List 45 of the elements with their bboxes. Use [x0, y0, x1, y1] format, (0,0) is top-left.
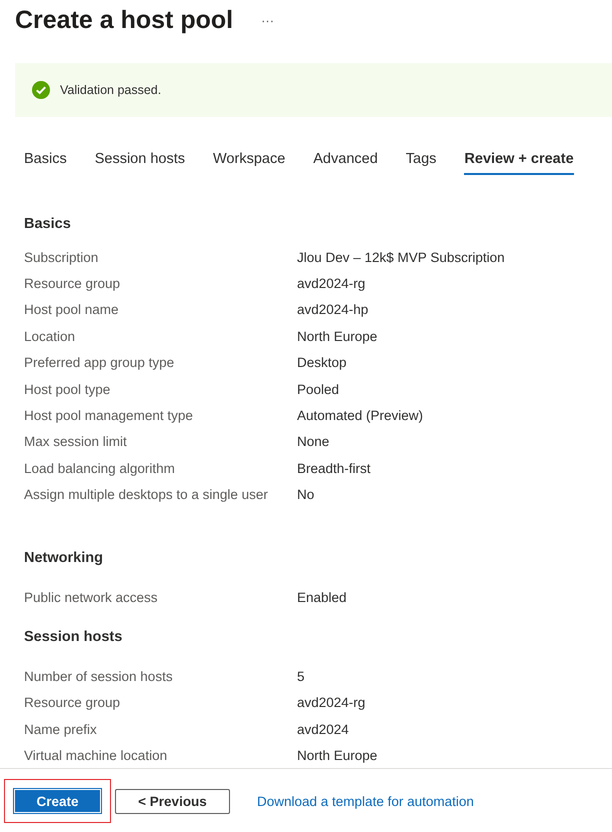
field-value: Pooled: [297, 382, 340, 397]
create-button[interactable]: Create: [14, 789, 101, 813]
banner-message: Validation passed.: [60, 83, 162, 97]
download-template-link[interactable]: Download a template for automation: [257, 794, 474, 808]
tab[interactable]: Session hosts: [94, 143, 185, 175]
field-value: avd2024: [297, 722, 349, 737]
field-label: Subscription: [24, 250, 100, 265]
field-label: Resource group: [24, 695, 122, 710]
section-heading: Networking: [24, 548, 104, 568]
field-value: Automated (Preview): [297, 408, 424, 424]
field-label: Host pool management type: [24, 408, 194, 424]
tab[interactable]: Review + create: [464, 143, 574, 175]
field-label: Virtual machine location: [24, 748, 168, 764]
field-value: Enabled: [297, 590, 347, 605]
field-value: North Europe: [297, 328, 378, 344]
field-value: avd2024-rg: [297, 695, 366, 710]
field-label: Load balancing algorithm: [24, 460, 176, 476]
field-value: No: [297, 487, 314, 502]
field-label: Host pool type: [24, 382, 112, 397]
field-value: 5: [297, 668, 305, 684]
section-heading: Session hosts: [24, 628, 124, 648]
field-label: Resource group: [24, 276, 122, 292]
page-title: Create a host pool: [15, 6, 234, 34]
field-value: Desktop: [297, 355, 347, 370]
field-label: Preferred app group type: [24, 355, 176, 370]
field-value: North Europe: [297, 748, 378, 764]
field-value: avd2024-rg: [297, 276, 366, 292]
previous-button[interactable]: < Previous: [115, 788, 230, 814]
tab[interactable]: Basics: [24, 143, 67, 175]
field-label: Host pool name: [24, 302, 120, 318]
field-label: Name prefix: [24, 722, 98, 737]
tab[interactable]: Advanced: [313, 143, 378, 175]
field-value: avd2024-hp: [297, 302, 368, 318]
field-label: Public network access: [24, 590, 159, 605]
tab[interactable]: Tags: [406, 143, 436, 175]
field-value: Jlou Dev – 12k$ MVP Subscription: [297, 250, 505, 265]
field-label: Assign multiple desktops to a single user: [24, 487, 269, 502]
field-value: Breadth-first: [297, 460, 371, 476]
more-button[interactable]: ···: [261, 12, 274, 28]
field-label: Number of session hosts: [24, 668, 174, 684]
field-value: None: [297, 434, 330, 450]
section-heading: Basics: [24, 215, 72, 234]
field-label: Location: [24, 328, 76, 344]
tab[interactable]: Workspace: [213, 143, 286, 175]
field-label: Max session limit: [24, 434, 128, 450]
